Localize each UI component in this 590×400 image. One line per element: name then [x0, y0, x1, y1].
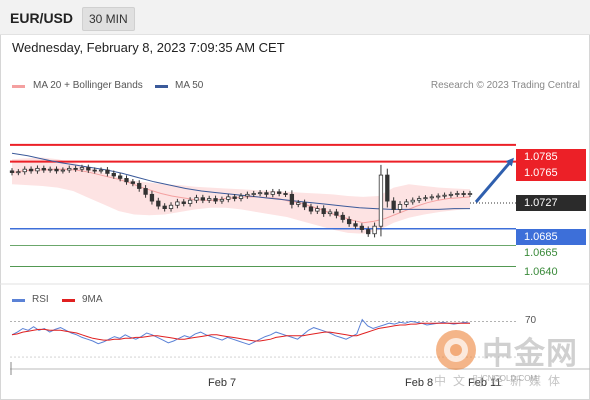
watermark-logo-icon — [436, 330, 476, 370]
forecast-arrow — [474, 157, 514, 203]
target-2-price-tag: 1.0765 — [516, 165, 586, 181]
ma9-legend-swatch — [62, 299, 75, 302]
pivot-price-tag: 1.0685 — [516, 229, 586, 245]
support-2-price-label: 1.0640 — [524, 266, 558, 278]
rsi-line — [11, 318, 471, 346]
x-tick-feb-8: Feb 8 — [405, 377, 434, 389]
watermark: 中金网 CNGOLD.COM 中文财经新媒体 — [434, 328, 584, 388]
x-tick-feb-7: Feb 7 — [208, 377, 237, 389]
watermark-brand: 中金网 — [482, 336, 578, 371]
candle — [378, 164, 384, 237]
ma9-legend-label: 9MA — [82, 294, 103, 305]
watermark-tagline: 中文财经新媒体 — [434, 374, 568, 388]
target-1-price-tag: 1.0785 — [516, 149, 586, 165]
support-1-price-label: 1.0665 — [524, 247, 558, 259]
rsi-legend-swatch — [12, 299, 25, 302]
rsi-level-label: 70 — [525, 315, 537, 326]
rsi-legend-label: RSI — [32, 294, 49, 305]
ma9-line — [11, 322, 470, 342]
last-price-tag: 1.0727 — [516, 195, 586, 211]
